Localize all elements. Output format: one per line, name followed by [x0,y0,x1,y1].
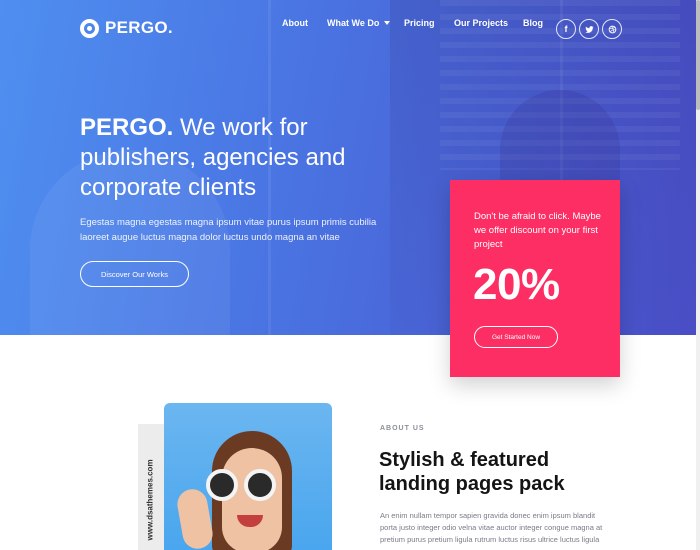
vertical-site-url: www.dsathemes.com [145,459,155,541]
promo-text: Don't be afraid to click. Maybe we offer… [474,211,601,250]
brand-logo[interactable]: PERGO. [80,18,173,38]
promo-discount: 20% [473,260,560,309]
twitter-icon[interactable] [579,19,599,39]
hero-headline-brand: PERGO. [80,114,174,141]
about-photo [164,403,332,550]
about-body: An enim nullam tempor sapien gravida don… [380,511,603,550]
nav-item-what-we-do[interactable]: What We Do [327,18,391,28]
about-title: Stylish & featured landing pages pack [379,449,565,495]
sunglasses-right-lens [244,469,276,501]
nav-item-label: What We Do [327,18,380,28]
facebook-icon[interactable]: f [556,19,576,39]
nav-item-about[interactable]: About [282,18,308,28]
logo-mark-icon [80,18,99,38]
discover-works-button[interactable]: Discover Our Works [80,261,189,287]
promo-card: Don't be afraid to click. Maybe we offer… [450,180,620,377]
chevron-down-icon [384,21,391,25]
hero-subtext: Egestas magna egestas magna ipsum vitae … [80,217,377,243]
scrollbar-thumb[interactable] [696,0,700,110]
photo-hand [175,486,215,550]
logo-text: PERGO. [105,18,173,37]
nav-item-blog[interactable]: Blog [523,18,543,28]
nav-item-our-projects[interactable]: Our Projects [454,18,508,28]
dribbble-icon[interactable] [602,19,622,39]
sunglasses-left-lens [206,469,238,501]
social-links: f [556,19,622,39]
about-section-label: ABOUT US [380,425,425,432]
hero-headline: PERGO. We work for publishers, agencies … [80,113,420,203]
get-started-button[interactable]: Get Started Now [474,326,558,348]
nav-item-pricing[interactable]: Pricing [404,18,435,28]
